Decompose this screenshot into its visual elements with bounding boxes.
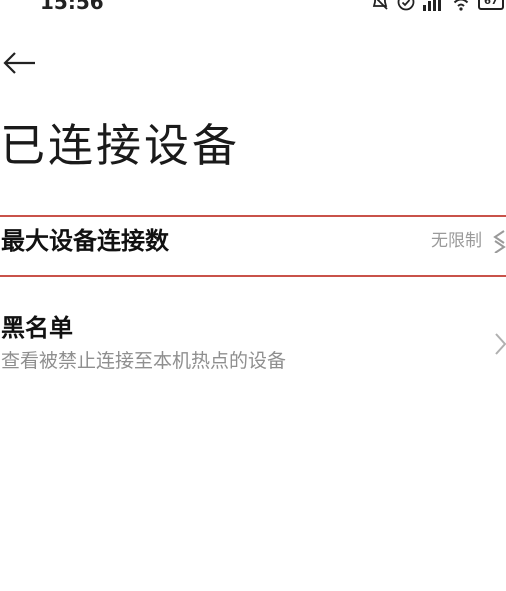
max-connections-row[interactable]: 最大设备连接数 无限制 [0, 215, 506, 277]
chevron-right-icon [495, 333, 506, 355]
back-button[interactable] [2, 48, 38, 78]
screen: 15:56 67 已连接设备 最大设备连接数 无限制 黑名单 查看被禁止连接至本… [0, 0, 506, 591]
page-title: 已连接设备 [0, 119, 241, 172]
status-time: 15:56 [40, 0, 104, 14]
arrow-left-icon [3, 52, 35, 74]
updown-chevron-icon [493, 230, 506, 253]
blacklist-row[interactable]: 黑名单 查看被禁止连接至本机热点的设备 [0, 310, 506, 382]
status-icons: 67 [370, 0, 504, 14]
blacklist-subtitle: 查看被禁止连接至本机热点的设备 [1, 350, 287, 372]
clock-icon [396, 0, 416, 12]
signal-icon [422, 0, 444, 11]
wifi-icon [450, 0, 472, 11]
alarm-off-icon [370, 0, 390, 12]
max-connections-value: 无限制 [431, 231, 482, 251]
status-bar: 15:56 67 [0, 0, 506, 16]
blacklist-title: 黑名单 [1, 314, 73, 342]
max-connections-label: 最大设备连接数 [1, 227, 169, 255]
battery-icon: 67 [478, 0, 504, 10]
